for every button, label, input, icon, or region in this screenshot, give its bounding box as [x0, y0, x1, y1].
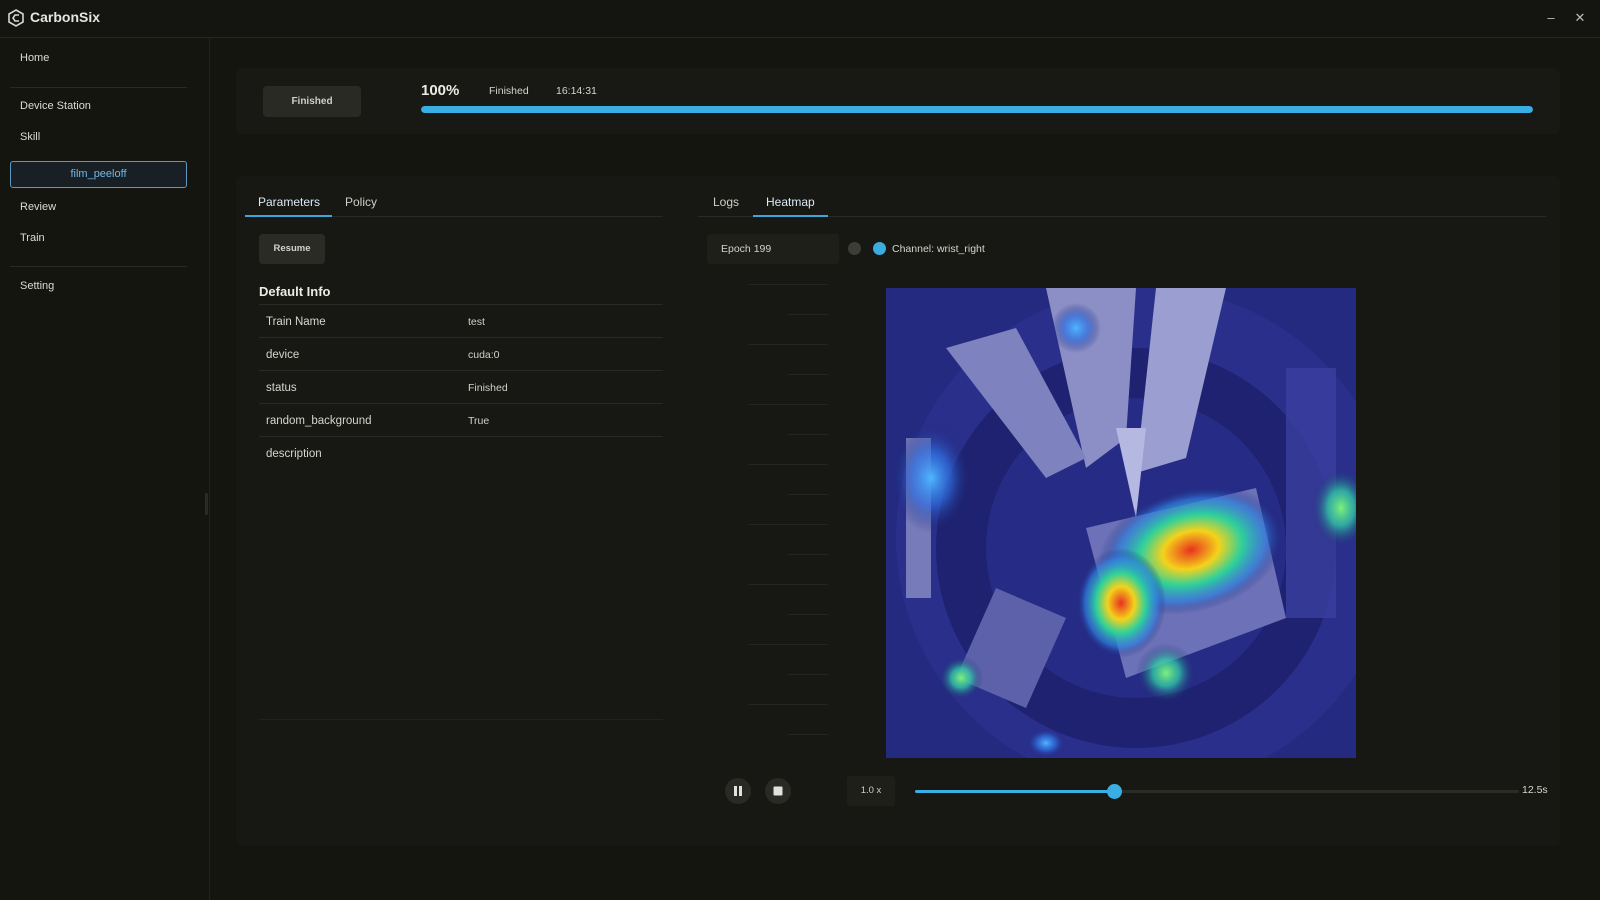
heatmap-image — [886, 288, 1356, 758]
info-panel-divider — [259, 719, 663, 720]
progress-state: Finished — [489, 85, 529, 97]
default-info-title: Default Info — [259, 284, 331, 299]
scale-tick — [788, 314, 828, 315]
title-bar: CarbonSix – ✕ — [0, 0, 1600, 38]
scale-tick — [788, 734, 828, 735]
sidebar-item-train[interactable]: Train — [20, 232, 45, 244]
sidebar-item-device-station[interactable]: Device Station — [20, 100, 91, 112]
sidebar-divider — [10, 87, 187, 88]
progress-percent: 100% — [421, 82, 460, 99]
stop-button[interactable] — [765, 778, 791, 804]
playback-slider[interactable] — [915, 784, 1519, 799]
channel-toggle-off[interactable] — [848, 242, 861, 255]
scale-tick — [788, 554, 828, 555]
default-info-table: Train Name test device cuda:0 status Fin… — [259, 304, 663, 469]
scale-tick — [748, 464, 828, 465]
scale-tick — [748, 584, 828, 585]
scale-tick — [748, 524, 828, 525]
table-row: description — [259, 436, 663, 469]
row-value: test — [468, 316, 485, 328]
row-key: random_background — [266, 415, 372, 427]
sidebar-resize-handle[interactable] — [205, 493, 208, 515]
channel-toggle-on[interactable] — [873, 242, 886, 255]
sidebar-item-setting[interactable]: Setting — [20, 280, 54, 292]
playback-slider-thumb[interactable] — [1107, 784, 1123, 799]
playback-slider-fill — [915, 790, 1115, 793]
channel-label: Channel: wrist_right — [892, 243, 985, 255]
status-button[interactable]: Finished — [263, 86, 361, 117]
row-key: status — [266, 382, 297, 394]
scale-tick — [748, 284, 828, 285]
table-row: Train Name test — [259, 304, 663, 337]
progress-bar-fill — [421, 106, 1533, 113]
timeline-scale — [730, 284, 848, 754]
table-row: device cuda:0 — [259, 337, 663, 370]
row-key: description — [266, 448, 322, 460]
row-value: cuda:0 — [468, 349, 500, 361]
playback-speed-select[interactable]: 1.0 x — [847, 776, 895, 806]
scale-tick — [788, 674, 828, 675]
row-key: Train Name — [266, 316, 326, 328]
scale-tick — [748, 704, 828, 705]
row-value: True — [468, 415, 490, 427]
scale-tick — [748, 344, 828, 345]
tab-heatmap[interactable]: Heatmap — [766, 195, 815, 217]
sidebar-item-home[interactable]: Home — [20, 52, 49, 64]
tab-parameters[interactable]: Parameters — [258, 195, 320, 217]
progress-bar — [421, 106, 1533, 113]
row-key: device — [266, 349, 300, 361]
stop-icon — [773, 786, 783, 796]
table-row: status Finished — [259, 370, 663, 403]
scale-tick — [748, 404, 828, 405]
main-panel: Parameters Policy Logs Heatmap Resume De… — [236, 176, 1560, 846]
scale-tick — [788, 614, 828, 615]
sidebar-item-skill[interactable]: Skill — [20, 131, 40, 143]
app-title: CarbonSix — [30, 9, 101, 25]
pause-icon — [734, 786, 742, 796]
sidebar: Home Device Station Skill film_peeloff R… — [1, 38, 210, 900]
tab-heatmap-underline — [753, 215, 828, 217]
sidebar-item-film-peeloff[interactable]: film_peeloff — [10, 161, 187, 188]
scale-tick — [788, 434, 828, 435]
scale-tick — [788, 374, 828, 375]
heatmap-visual — [886, 288, 1356, 758]
pause-button[interactable] — [725, 778, 751, 804]
tab-policy[interactable]: Policy — [345, 195, 377, 217]
sidebar-item-review[interactable]: Review — [20, 201, 56, 213]
training-status-card: Finished 100% Finished 16:14:31 — [236, 68, 1560, 134]
carbonsix-logo-icon — [8, 9, 24, 27]
scale-tick — [788, 494, 828, 495]
sidebar-divider — [10, 266, 187, 267]
row-value: Finished — [468, 382, 508, 394]
playback-duration: 12.5s — [1522, 784, 1548, 796]
progress-timestamp: 16:14:31 — [556, 85, 597, 97]
tab-logs[interactable]: Logs — [713, 195, 739, 217]
tab-parameters-underline — [245, 215, 332, 217]
minimize-window-button[interactable]: – — [1541, 8, 1561, 28]
table-row: random_background True — [259, 403, 663, 436]
epoch-select[interactable]: Epoch 199 — [707, 234, 839, 264]
close-window-button[interactable]: ✕ — [1570, 8, 1590, 28]
scale-tick — [748, 644, 828, 645]
resume-button[interactable]: Resume — [259, 234, 325, 264]
